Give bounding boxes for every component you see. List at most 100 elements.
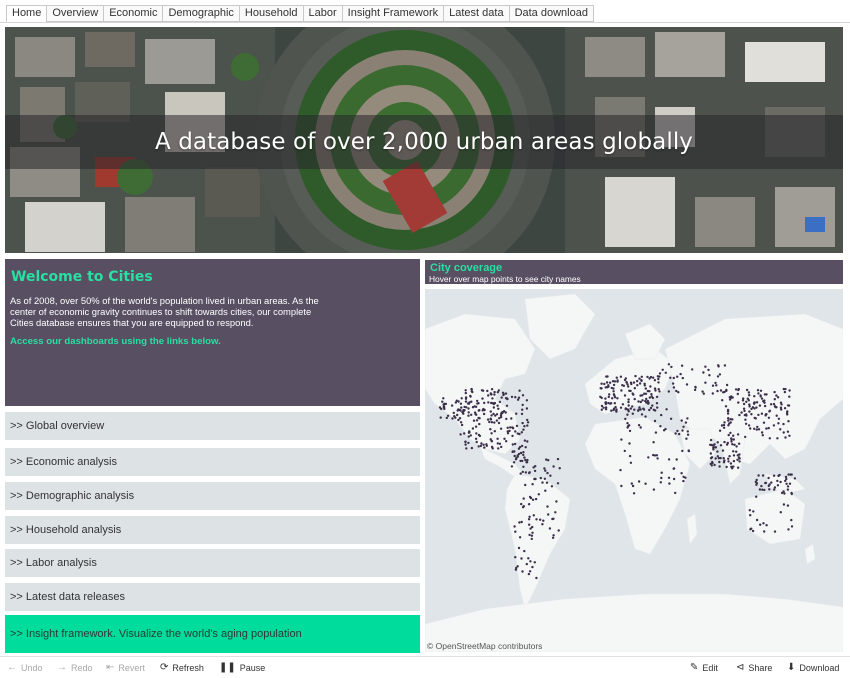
city-point[interactable] (714, 457, 717, 460)
city-point[interactable] (470, 388, 473, 391)
city-point[interactable] (489, 428, 492, 431)
city-point[interactable] (477, 445, 480, 448)
city-point[interactable] (652, 376, 655, 379)
city-point[interactable] (478, 422, 481, 426)
city-point[interactable] (520, 412, 524, 416)
city-point[interactable] (647, 456, 650, 459)
city-point[interactable] (748, 509, 751, 512)
city-point[interactable] (530, 537, 533, 541)
city-point[interactable] (518, 389, 521, 392)
city-point[interactable] (518, 536, 522, 539)
city-point[interactable] (493, 393, 496, 396)
city-point[interactable] (492, 406, 495, 409)
city-point[interactable] (460, 423, 464, 427)
global-overview-button[interactable]: >> Global overview (5, 412, 420, 440)
city-point[interactable] (515, 412, 518, 415)
city-point[interactable] (521, 459, 524, 463)
city-point[interactable] (548, 527, 552, 530)
city-point[interactable] (520, 502, 523, 506)
city-point[interactable] (628, 389, 631, 392)
city-point[interactable] (735, 445, 738, 448)
city-point[interactable] (727, 457, 730, 460)
city-point[interactable] (652, 408, 655, 411)
city-point[interactable] (709, 452, 712, 455)
city-point[interactable] (654, 431, 658, 434)
city-point[interactable] (675, 458, 678, 461)
city-point[interactable] (716, 450, 719, 453)
city-point[interactable] (721, 399, 724, 402)
city-point[interactable] (718, 429, 722, 432)
city-point[interactable] (543, 467, 546, 470)
city-point[interactable] (489, 417, 492, 420)
city-point[interactable] (751, 406, 755, 409)
city-point[interactable] (441, 400, 444, 403)
city-point[interactable] (648, 396, 651, 399)
city-point[interactable] (786, 488, 790, 491)
city-point[interactable] (718, 373, 722, 376)
city-point[interactable] (521, 394, 525, 397)
city-point[interactable] (604, 397, 607, 400)
city-point[interactable] (644, 482, 647, 485)
city-point[interactable] (615, 410, 618, 413)
city-point[interactable] (546, 505, 549, 508)
city-point[interactable] (456, 409, 459, 412)
city-point[interactable] (467, 402, 471, 405)
city-point[interactable] (779, 511, 782, 514)
city-point[interactable] (755, 406, 758, 409)
city-point[interactable] (793, 477, 797, 480)
city-point[interactable] (470, 446, 474, 450)
city-point[interactable] (757, 474, 760, 477)
city-point[interactable] (749, 427, 752, 430)
city-point[interactable] (452, 411, 455, 415)
city-point[interactable] (488, 420, 491, 424)
city-point[interactable] (482, 407, 485, 411)
city-point[interactable] (790, 518, 793, 522)
city-point[interactable] (770, 481, 773, 484)
city-point[interactable] (724, 405, 728, 408)
city-point[interactable] (463, 405, 466, 409)
city-point[interactable] (520, 444, 524, 448)
city-point[interactable] (745, 414, 748, 417)
city-point[interactable] (516, 398, 520, 401)
city-point[interactable] (627, 404, 630, 407)
city-point[interactable] (767, 416, 771, 419)
city-point[interactable] (788, 482, 792, 485)
city-point[interactable] (496, 391, 499, 394)
city-point[interactable] (529, 496, 533, 500)
city-point[interactable] (684, 421, 688, 424)
city-point[interactable] (665, 408, 668, 411)
city-point[interactable] (667, 458, 671, 461)
city-point[interactable] (641, 399, 644, 402)
city-point[interactable] (743, 409, 746, 413)
city-point[interactable] (464, 389, 467, 392)
city-point[interactable] (756, 389, 760, 392)
city-point[interactable] (505, 417, 508, 421)
city-point[interactable] (767, 476, 770, 480)
city-point[interactable] (515, 424, 519, 428)
city-point[interactable] (736, 458, 739, 461)
city-point[interactable] (475, 413, 478, 416)
city-point[interactable] (776, 484, 780, 487)
city-point[interactable] (603, 382, 606, 386)
city-point[interactable] (749, 514, 752, 517)
city-point[interactable] (550, 485, 554, 488)
city-point[interactable] (648, 408, 651, 412)
city-point[interactable] (773, 530, 777, 533)
city-point[interactable] (486, 389, 489, 393)
download-button[interactable]: ⬇ Download (787, 662, 839, 673)
city-point[interactable] (710, 443, 713, 447)
city-point[interactable] (729, 462, 733, 465)
city-point[interactable] (712, 448, 715, 451)
city-point[interactable] (520, 520, 523, 524)
city-point[interactable] (461, 410, 465, 413)
city-point[interactable] (748, 410, 751, 413)
city-point[interactable] (685, 437, 688, 440)
city-point[interactable] (632, 381, 636, 384)
city-point[interactable] (619, 375, 623, 378)
city-point[interactable] (600, 408, 603, 411)
city-point[interactable] (524, 446, 527, 449)
city-point[interactable] (656, 457, 659, 460)
city-point[interactable] (454, 416, 457, 419)
city-point[interactable] (489, 393, 493, 396)
city-point[interactable] (623, 449, 626, 453)
